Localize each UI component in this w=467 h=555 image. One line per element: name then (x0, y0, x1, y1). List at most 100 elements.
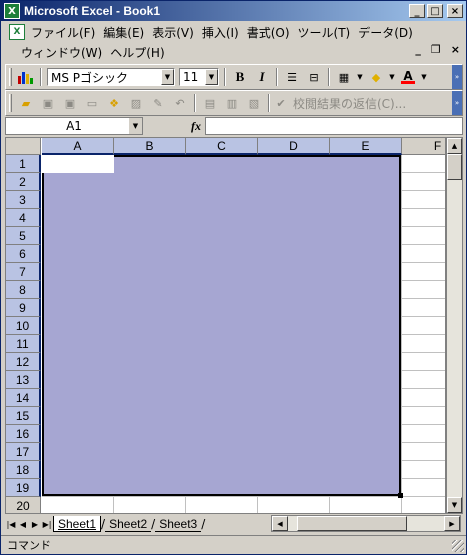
menu-format[interactable]: 書式(O) (243, 24, 294, 41)
tab-prev-icon[interactable]: ◀ (17, 516, 29, 532)
toolbar-grip[interactable] (9, 68, 12, 86)
column-header[interactable]: D (258, 138, 330, 155)
menu-data[interactable]: データ(D) (354, 24, 417, 41)
row-header[interactable]: 9 (6, 299, 41, 317)
compare-icon[interactable]: ▧ (244, 94, 264, 112)
row-header[interactable]: 17 (6, 443, 41, 461)
merge-center-icon[interactable]: ⊟ (304, 68, 324, 86)
row-header[interactable]: 2 (6, 173, 41, 191)
column-header[interactable]: A (42, 138, 114, 155)
bold-button[interactable]: B (230, 68, 250, 86)
column-header[interactable]: B (114, 138, 186, 155)
row-header[interactable]: 19 (6, 479, 41, 497)
tab-next-icon[interactable]: ▶ (29, 516, 41, 532)
menu-help[interactable]: ヘルプ(H) (106, 44, 168, 61)
toolbar-grip[interactable] (9, 94, 12, 112)
row-header[interactable]: 15 (6, 407, 41, 425)
minimize-button[interactable]: _ (409, 4, 425, 18)
toolbar-options-icon[interactable]: » (452, 91, 462, 115)
track-changes-icon[interactable]: ▤ (200, 94, 220, 112)
scroll-left-icon[interactable]: ◀ (272, 516, 288, 531)
row-header[interactable]: 18 (6, 461, 41, 479)
protect-icon[interactable]: ▥ (222, 94, 242, 112)
row-header[interactable]: 1 (6, 155, 41, 173)
row-header[interactable]: 16 (6, 425, 41, 443)
row-header[interactable]: 13 (6, 371, 41, 389)
row-header[interactable]: 8 (6, 281, 41, 299)
title-bar[interactable]: X Microsoft Excel - Book1 _ □ × (1, 1, 466, 21)
menu-tools[interactable]: ツール(T) (294, 24, 355, 41)
horizontal-scroll-thumb[interactable] (297, 516, 407, 531)
font-color-button[interactable]: A (398, 68, 418, 86)
delete-comment-icon[interactable]: ▭ (82, 94, 102, 112)
column-header[interactable]: F (402, 138, 445, 155)
row-header[interactable]: 12 (6, 353, 41, 371)
borders-dropdown-icon[interactable]: ▼ (356, 68, 364, 86)
row-header[interactable]: 10 (6, 317, 41, 335)
column-header[interactable]: E (330, 138, 402, 155)
reply-changes-button[interactable]: 校閲結果の返信(C)... (293, 95, 406, 112)
close-button[interactable]: × (447, 4, 463, 18)
document-icon[interactable]: X (9, 24, 25, 40)
doc-restore-button[interactable]: ❐ (431, 43, 441, 56)
worksheet-grid[interactable]: ABCDEF 1 2 3 4 5 6 7 8 9 10 11 12 13 14 15 16 17 18 19 20 (5, 137, 446, 514)
row-header[interactable]: 14 (6, 389, 41, 407)
name-box-dropdown-icon[interactable]: ▼ (129, 118, 142, 134)
new-comment-icon[interactable]: ▣ (38, 94, 58, 112)
font-size-select[interactable]: 11 ▼ (179, 68, 219, 86)
borders-icon[interactable]: ▦ (334, 68, 354, 86)
tab-last-icon[interactable]: ▶| (41, 516, 53, 532)
doc-close-button[interactable]: × (451, 43, 460, 56)
menu-edit[interactable]: 編集(E) (99, 24, 148, 41)
font-size-dropdown-icon[interactable]: ▼ (205, 69, 218, 85)
tab-sheet2[interactable]: Sheet2 (105, 516, 152, 532)
tab-first-icon[interactable]: |◀ (5, 516, 17, 532)
edit-comment-icon[interactable]: ▣ (60, 94, 80, 112)
menu-view[interactable]: 表示(V) (148, 24, 198, 41)
fill-color-icon[interactable]: ◆ (366, 68, 386, 86)
vertical-scrollbar[interactable]: ▲ ▼ (446, 137, 463, 514)
row-header[interactable]: 20 (6, 497, 41, 513)
doc-minimize-button[interactable]: _ (415, 43, 421, 56)
insert-function-icon[interactable]: fx (143, 119, 205, 134)
font-name-dropdown-icon[interactable]: ▼ (161, 69, 174, 85)
scroll-down-icon[interactable]: ▼ (447, 497, 462, 513)
open-folder-icon[interactable]: ▰ (16, 94, 36, 112)
font-name-select[interactable]: MS Pゴシック ▼ (47, 68, 175, 86)
row-header[interactable]: 5 (6, 227, 41, 245)
menu-file[interactable]: ファイル(F) (27, 24, 99, 41)
row-header[interactable]: 11 (6, 335, 41, 353)
resize-grip[interactable] (452, 540, 464, 552)
ink-icon[interactable]: ✎ (148, 94, 168, 112)
reply-changes-icon[interactable]: ✔ (274, 94, 288, 112)
fill-handle[interactable] (398, 493, 403, 498)
menu-insert[interactable]: 挿入(I) (198, 24, 243, 41)
maximize-button[interactable]: □ (427, 4, 443, 18)
scroll-up-icon[interactable]: ▲ (447, 138, 462, 154)
show-comments-icon[interactable]: ❖ (104, 94, 124, 112)
row-header[interactable]: 3 (6, 191, 41, 209)
row-header[interactable]: 7 (6, 263, 41, 281)
hide-comments-icon[interactable]: ▨ (126, 94, 146, 112)
row-header[interactable]: 6 (6, 245, 41, 263)
column-header[interactable]: C (186, 138, 258, 155)
undo-review-icon[interactable]: ↶ (170, 94, 190, 112)
formula-input[interactable] (205, 117, 463, 135)
scroll-right-icon[interactable]: ▶ (444, 516, 460, 531)
chart-wizard-icon[interactable] (16, 68, 36, 86)
toolbar-options-icon[interactable]: » (452, 65, 462, 89)
select-all-corner[interactable] (6, 138, 41, 155)
font-color-dropdown-icon[interactable]: ▼ (420, 68, 428, 86)
row-header[interactable]: 4 (6, 209, 41, 227)
align-center-icon[interactable]: ☰ (282, 68, 302, 86)
selected-range[interactable] (42, 155, 401, 496)
italic-button[interactable]: I (252, 68, 272, 86)
name-box[interactable]: A1 ▼ (5, 117, 143, 135)
excel-app-icon[interactable]: X (4, 3, 20, 19)
menu-window[interactable]: ウィンドウ(W) (17, 44, 106, 61)
tab-sheet1[interactable]: Sheet1 (53, 516, 102, 532)
vertical-scroll-thumb[interactable] (447, 154, 462, 180)
fill-color-dropdown-icon[interactable]: ▼ (388, 68, 396, 86)
active-cell[interactable] (42, 155, 114, 173)
tab-sheet3[interactable]: Sheet3 (155, 516, 202, 532)
